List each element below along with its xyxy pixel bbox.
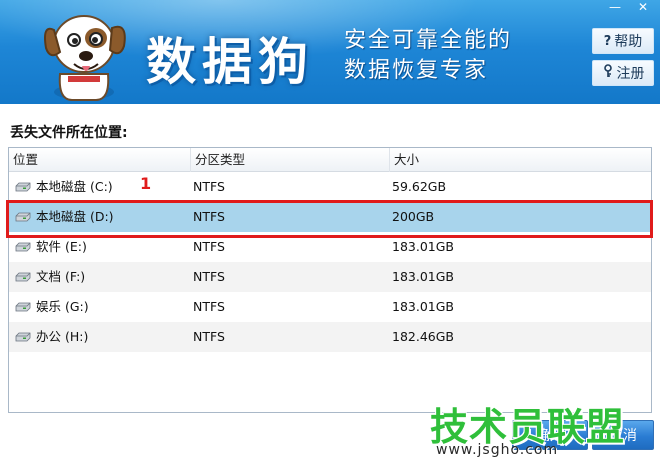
close-button[interactable]: ✕ <box>632 0 654 16</box>
ok-button[interactable]: 确定 <box>512 420 588 450</box>
minimize-button[interactable]: — <box>604 0 626 16</box>
help-label: 帮助 <box>614 34 643 50</box>
data-recovery-window: 数据狗 安全可靠全能的 数据恢复专家 — ✕ ? 帮助 注册 丢失文件所在位置:… <box>0 0 660 464</box>
section-label: 丢失文件所在位置: <box>10 125 128 141</box>
hard-disk-icon <box>15 242 31 252</box>
slogan-line-1: 安全可靠全能的 <box>344 28 513 53</box>
location-cell: 本地磁盘 (C:) <box>15 172 113 202</box>
cancel-button[interactable]: 取消 <box>592 420 654 450</box>
slogan: 安全可靠全能的 数据恢复专家 <box>344 26 512 86</box>
annotation-number: 1 <box>140 174 152 193</box>
location-label: 娱乐 (G:) <box>36 299 89 314</box>
fs-cell: NTFS <box>193 299 225 314</box>
location-cell: 娱乐 (G:) <box>15 292 89 322</box>
header-banner: 数据狗 安全可靠全能的 数据恢复专家 — ✕ ? 帮助 注册 <box>0 0 660 104</box>
dog-mascot-icon <box>44 15 126 101</box>
fs-cell: NTFS <box>193 329 225 344</box>
size-cell: 183.01GB <box>392 299 454 314</box>
location-label: 本地磁盘 (C:) <box>36 179 113 194</box>
hard-disk-icon <box>15 302 31 312</box>
column-header-fs[interactable]: 分区类型 <box>190 148 388 172</box>
list-body: 本地磁盘 (C:) NTFS 59.62GB 本地磁盘 (D:) NTFS 200GB 软件… <box>9 172 651 352</box>
fs-cell: NTFS <box>193 269 225 284</box>
column-header-size[interactable]: 大小 <box>389 148 651 172</box>
fs-cell: NTFS <box>193 179 225 194</box>
list-item[interactable]: 本地磁盘 (C:) NTFS 59.62GB <box>9 172 651 202</box>
hard-disk-icon <box>15 332 31 342</box>
location-cell: 文档 (F:) <box>15 262 85 292</box>
question-icon: ? <box>603 33 612 49</box>
brand-title: 数据狗 <box>146 32 314 91</box>
partition-list[interactable]: 位置 分区类型 大小 本地磁盘 (C:) NTFS 59.62GB 本地磁盘 (D:)… <box>8 147 652 413</box>
list-item[interactable]: 办公 (H:) NTFS 182.46GB <box>9 322 651 352</box>
help-button[interactable]: ? 帮助 <box>592 28 654 54</box>
list-item[interactable]: 文档 (F:) NTFS 183.01GB <box>9 262 651 292</box>
list-item[interactable]: 娱乐 (G:) NTFS 183.01GB <box>9 292 651 322</box>
hard-disk-icon <box>15 182 31 192</box>
register-button[interactable]: 注册 <box>592 60 654 86</box>
column-header-location[interactable]: 位置 <box>9 148 189 172</box>
location-label: 文档 (F:) <box>36 269 86 284</box>
location-label: 办公 (H:) <box>36 329 89 344</box>
location-cell: 办公 (H:) <box>15 322 88 352</box>
size-cell: 183.01GB <box>392 269 454 284</box>
size-cell: 182.46GB <box>392 329 454 344</box>
annotation-highlight-box <box>6 200 653 238</box>
size-cell: 59.62GB <box>392 179 447 194</box>
hard-disk-icon <box>15 272 31 282</box>
key-icon <box>602 64 614 82</box>
register-label: 注册 <box>616 66 645 82</box>
list-header: 位置 分区类型 大小 <box>9 148 651 172</box>
slogan-line-2: 数据恢复专家 <box>344 58 489 83</box>
